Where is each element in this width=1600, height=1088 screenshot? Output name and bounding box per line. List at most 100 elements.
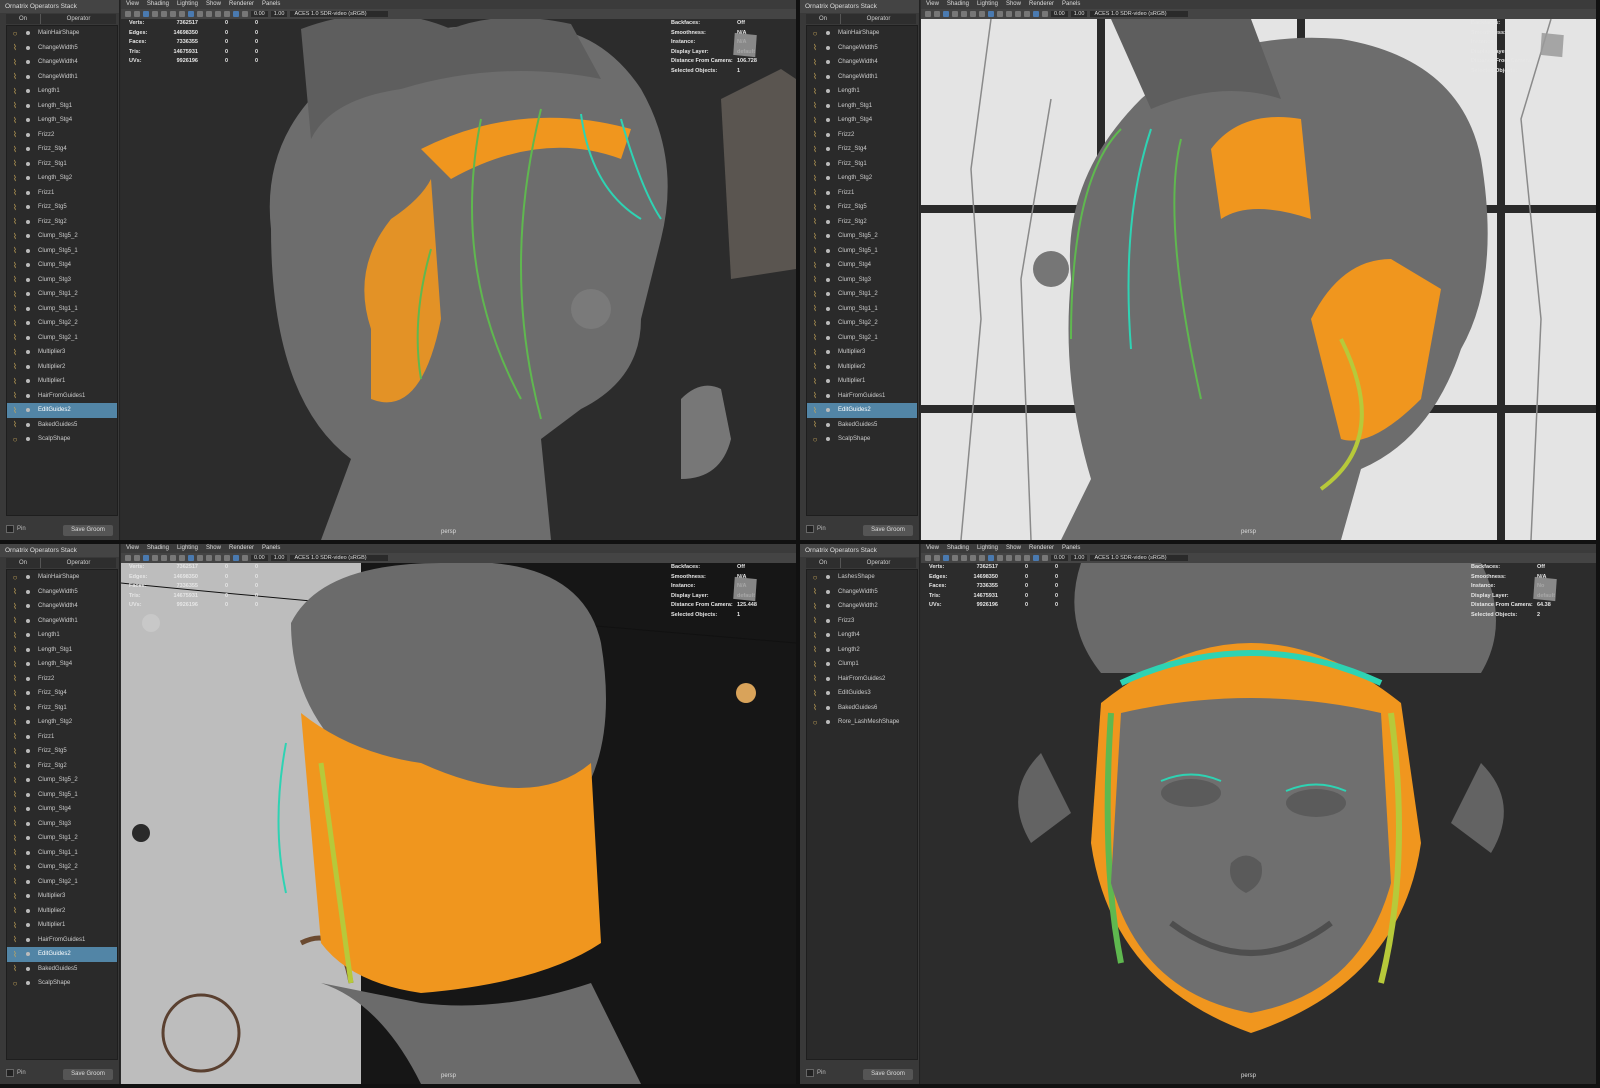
tool-icon[interactable] [125, 11, 131, 17]
menu-shading[interactable]: Shading [947, 0, 969, 9]
operator-row[interactable]: ⌇ BakedGuides5 [7, 962, 117, 977]
menu-show[interactable]: Show [206, 0, 221, 9]
enabled-toggle[interactable] [826, 633, 830, 638]
menu-lighting[interactable]: Lighting [177, 0, 198, 9]
enabled-toggle[interactable] [26, 836, 30, 841]
color-space-select[interactable]: ACES 1.0 SDR-video (sRGB) [1090, 11, 1189, 17]
tool-icon[interactable] [197, 11, 203, 17]
view-cube[interactable] [733, 576, 757, 602]
tool-icon[interactable] [134, 555, 140, 561]
tool-icon[interactable] [179, 11, 185, 17]
color-space-select[interactable]: ACES 1.0 SDR-video (sRGB) [1090, 555, 1189, 561]
save-groom-button[interactable]: Save Groom [63, 1069, 113, 1080]
menu-renderer[interactable]: Renderer [1029, 0, 1054, 9]
operator-row[interactable]: ⌇ ChangeWidth4 [807, 55, 917, 70]
operator-row[interactable]: ⌇ Frizz_Stg5 [807, 200, 917, 215]
enabled-toggle[interactable] [26, 321, 30, 326]
operator-row[interactable]: ⌇ Clump_Stg3 [807, 273, 917, 288]
operator-row[interactable]: ⌇ HairFromGuides1 [7, 389, 117, 404]
enabled-toggle[interactable] [26, 60, 30, 65]
enabled-toggle[interactable] [826, 393, 830, 398]
enabled-toggle[interactable] [26, 161, 30, 166]
tool-icon[interactable] [1042, 555, 1048, 561]
pin-checkbox[interactable]: Pin [6, 525, 26, 533]
menu-panels[interactable]: Panels [1062, 0, 1080, 9]
viewport-scene[interactable]: Verts: 7362517 0 0 Edges: 14698350 0 0 Faces: 733… [121, 563, 796, 1084]
tool-icon[interactable] [1033, 11, 1039, 17]
exposure-field[interactable]: 1.00 [1070, 555, 1088, 561]
enabled-toggle[interactable] [826, 277, 830, 282]
tool-icon[interactable] [961, 555, 967, 561]
exposure-field[interactable]: 1.00 [1070, 11, 1088, 17]
operator-row[interactable]: ○ Rore_LashMeshShape [807, 715, 917, 730]
enabled-toggle[interactable] [26, 676, 30, 681]
enabled-toggle[interactable] [26, 662, 30, 667]
operator-row[interactable]: ⌇ Frizz2 [7, 672, 117, 687]
operator-row[interactable]: ⌇ Clump_Stg4 [807, 258, 917, 273]
operator-row[interactable]: ⌇ Length1 [7, 84, 117, 99]
enabled-toggle[interactable] [26, 865, 30, 870]
operator-row[interactable]: ⌇ Multiplier2 [7, 904, 117, 919]
operator-row[interactable]: ⌇ Clump_Stg3 [7, 273, 117, 288]
menu-view[interactable]: View [926, 0, 939, 9]
menu-renderer[interactable]: Renderer [229, 544, 254, 553]
enabled-toggle[interactable] [26, 379, 30, 384]
enabled-toggle[interactable] [26, 807, 30, 812]
enabled-toggle[interactable] [826, 176, 830, 181]
tool-icon[interactable] [943, 11, 949, 17]
enabled-toggle[interactable] [826, 618, 830, 623]
tool-icon[interactable] [1024, 11, 1030, 17]
enabled-toggle[interactable] [26, 393, 30, 398]
operator-row[interactable]: ○ ScalpShape [7, 976, 117, 991]
viewport-scene[interactable]: Verts: 7362517 0 0 Edges: 14698350 0 0 Faces: 733… [121, 19, 796, 540]
menu-shading[interactable]: Shading [147, 544, 169, 553]
operator-row[interactable]: ⌇ Clump_Stg2_1 [7, 331, 117, 346]
operator-row[interactable]: ⌇ Frizz_Stg2 [807, 215, 917, 230]
operator-row[interactable]: ⌇ Frizz2 [807, 128, 917, 143]
tool-icon[interactable] [152, 11, 158, 17]
menu-view[interactable]: View [126, 544, 139, 553]
tool-icon[interactable] [215, 11, 221, 17]
enabled-toggle[interactable] [826, 292, 830, 297]
enabled-toggle[interactable] [826, 379, 830, 384]
operator-row[interactable]: ○ LashesShape [807, 570, 917, 585]
enabled-toggle[interactable] [26, 749, 30, 754]
menu-panels[interactable]: Panels [262, 0, 280, 9]
enabled-toggle[interactable] [826, 589, 830, 594]
operator-row[interactable]: ⌇ Frizz_Stg5 [7, 200, 117, 215]
operator-row[interactable]: ⌇ Length1 [7, 628, 117, 643]
operator-row[interactable]: ⌇ ChangeWidth5 [7, 41, 117, 56]
menu-show[interactable]: Show [206, 544, 221, 553]
tool-icon[interactable] [224, 11, 230, 17]
view-cube[interactable] [1533, 576, 1557, 602]
enabled-toggle[interactable] [26, 31, 30, 36]
tool-icon[interactable] [161, 11, 167, 17]
tool-icon[interactable] [188, 555, 194, 561]
operator-row[interactable]: ⌇ Frizz_Stg4 [7, 142, 117, 157]
save-groom-button[interactable]: Save Groom [63, 525, 113, 536]
operator-row[interactable]: ⌇ EditGuides2 [807, 403, 917, 418]
enabled-toggle[interactable] [26, 850, 30, 855]
tool-icon[interactable] [233, 555, 239, 561]
menu-lighting[interactable]: Lighting [177, 544, 198, 553]
operator-row[interactable]: ⌇ ChangeWidth1 [7, 70, 117, 85]
operator-row[interactable]: ⌇ Frizz_Stg2 [7, 759, 117, 774]
operator-row[interactable]: ⌇ EditGuides2 [7, 947, 117, 962]
operator-row[interactable]: ⌇ ChangeWidth1 [807, 70, 917, 85]
operator-row[interactable]: ⌇ Frizz_Stg2 [7, 215, 117, 230]
operator-row[interactable]: ⌇ ChangeWidth5 [7, 585, 117, 600]
tool-icon[interactable] [179, 555, 185, 561]
enabled-toggle[interactable] [826, 60, 830, 65]
viewport[interactable]: View Shading Lighting Show Renderer Panels 0.… [121, 544, 796, 1084]
viewport[interactable]: View Shading Lighting Show Renderer Panels 0.… [121, 0, 796, 540]
operator-row[interactable]: ⌇ Length_Stg1 [7, 99, 117, 114]
operator-row[interactable]: ⌇ BakedGuides6 [807, 701, 917, 716]
menu-show[interactable]: Show [1006, 0, 1021, 9]
enabled-toggle[interactable] [26, 647, 30, 652]
operator-row[interactable]: ⌇ Length_Stg2 [807, 171, 917, 186]
operator-row[interactable]: ⌇ Multiplier1 [7, 918, 117, 933]
tool-icon[interactable] [170, 555, 176, 561]
enabled-toggle[interactable] [826, 31, 830, 36]
operator-row[interactable]: ⌇ Multiplier1 [7, 374, 117, 389]
tool-icon[interactable] [970, 11, 976, 17]
